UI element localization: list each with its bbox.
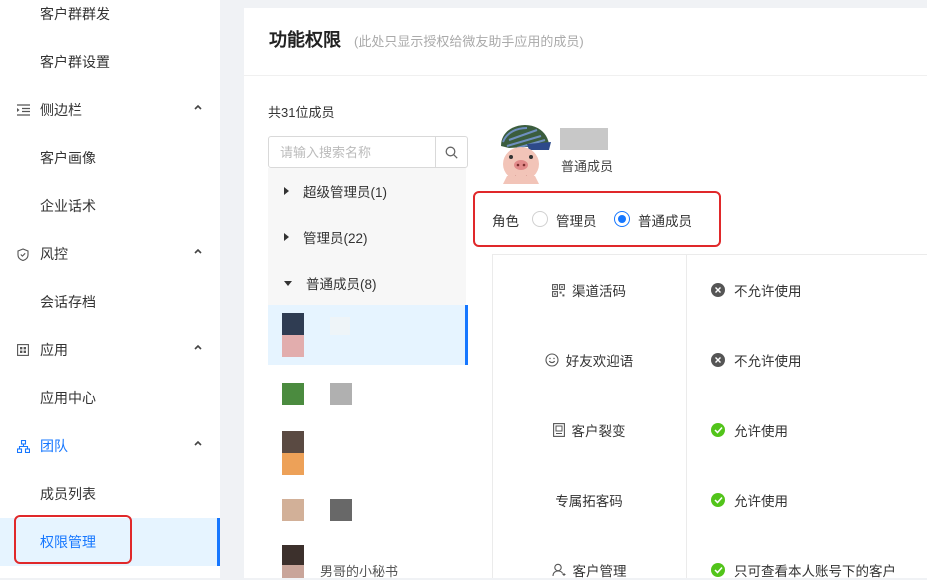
smile-icon xyxy=(545,353,559,367)
avatar xyxy=(282,313,304,335)
permission-feature: 渠道活码 xyxy=(492,280,686,300)
caret-down-icon xyxy=(284,280,292,286)
permission-table xyxy=(492,254,927,578)
page-title-note: (此处只显示授权给微友助手应用的成员) xyxy=(354,34,584,49)
avatar xyxy=(282,431,304,453)
avatar xyxy=(282,499,304,521)
member-role: 普通成员 xyxy=(561,159,614,174)
caret-right-icon xyxy=(284,233,289,241)
highlight-box xyxy=(473,191,721,247)
permission-feature: 客户管理 xyxy=(492,560,686,580)
sidebar-item-label: 应用中心 xyxy=(40,390,96,406)
close-circle-icon xyxy=(711,353,725,367)
tree-node-admin[interactable]: 管理员(22) xyxy=(268,214,466,260)
sidebar-item-customer-profile[interactable]: 客户画像 xyxy=(0,134,220,182)
sidebar-item-group-broadcast[interactable]: 客户群群发 xyxy=(0,0,220,38)
shield-icon xyxy=(16,247,30,261)
member-row[interactable] xyxy=(268,425,468,485)
close-circle-icon xyxy=(711,283,725,297)
sidebar-item-chat-archive[interactable]: 会话存档 xyxy=(0,278,220,326)
sidebar-item-label: 侧边栏 xyxy=(40,102,82,118)
tree-node-label: 管理员(22) xyxy=(303,231,368,246)
sidebar-item-scripts[interactable]: 企业话术 xyxy=(0,182,220,230)
sidebar-item-label: 客户群设置 xyxy=(40,54,110,70)
permission-status: 不允许使用 xyxy=(711,280,802,300)
member-row[interactable] xyxy=(268,365,468,425)
sidebar-item-label: 会话存档 xyxy=(40,294,96,310)
member-search xyxy=(268,136,468,168)
permission-feature: 专属拓客码 xyxy=(555,494,623,509)
user-icon xyxy=(551,563,566,577)
qrcode-icon xyxy=(552,283,565,297)
member-row[interactable] xyxy=(268,305,468,365)
search-icon xyxy=(445,146,458,159)
sidebar-group-risk[interactable]: 风控 xyxy=(0,230,220,278)
check-circle-icon xyxy=(711,563,725,577)
tree-node-label: 普通成员(8) xyxy=(306,277,377,292)
member-name-blurred xyxy=(560,128,608,150)
sidebar-item-label: 团队 xyxy=(40,438,68,454)
page-header: 功能权限 (此处只显示授权给微友助手应用的成员) xyxy=(244,8,927,76)
member-row[interactable]: 男哥的小秘书 xyxy=(268,545,468,579)
caret-right-icon xyxy=(284,187,289,195)
chevron-up-icon xyxy=(194,104,202,110)
org-chart-icon xyxy=(16,439,30,453)
check-circle-icon xyxy=(711,493,725,507)
sidebar-item-group-settings[interactable]: 客户群设置 xyxy=(0,38,220,86)
sidebar: 客户群群发 客户群设置 侧边栏 客户画像 企业话术 风控 会话存档 应用 应用中… xyxy=(0,0,220,578)
highlight-box xyxy=(14,515,132,564)
sidebar-item-app-center[interactable]: 应用中心 xyxy=(0,374,220,422)
avatar xyxy=(497,124,551,184)
app-grid-icon xyxy=(16,343,30,357)
sidebar-item-label: 应用 xyxy=(40,342,68,358)
sidebar-item-label: 企业话术 xyxy=(40,198,96,214)
tree-node-member[interactable]: 普通成员(8) xyxy=(268,260,466,306)
chevron-up-icon xyxy=(194,440,202,446)
sidebar-item-member-list[interactable]: 成员列表 xyxy=(0,470,220,518)
sidebar-group-sidebar[interactable]: 侧边栏 xyxy=(0,86,220,134)
search-input[interactable] xyxy=(269,137,435,167)
tree-node-label: 超级管理员(1) xyxy=(303,185,387,200)
permission-status: 允许使用 xyxy=(711,420,788,440)
chevron-up-icon xyxy=(194,248,202,254)
sidebar-item-label: 客户群群发 xyxy=(40,6,110,22)
permission-status: 允许使用 xyxy=(711,490,788,510)
avatar xyxy=(282,383,304,405)
sidebar-item-label: 成员列表 xyxy=(40,486,96,502)
search-button[interactable] xyxy=(435,137,467,167)
chevron-up-icon xyxy=(194,344,202,350)
permission-feature: 好友欢迎语 xyxy=(492,350,686,370)
member-count: 共31位成员 xyxy=(268,105,335,120)
permission-status: 不允许使用 xyxy=(711,350,802,370)
member-name: 男哥的小秘书 xyxy=(320,564,399,579)
sidebar-group-apps[interactable]: 应用 xyxy=(0,326,220,374)
page-title: 功能权限 xyxy=(269,30,341,50)
sidebar-item-label: 风控 xyxy=(40,246,68,262)
poster-icon xyxy=(552,423,565,437)
member-row[interactable] xyxy=(268,485,468,545)
sidebar-item-label: 客户画像 xyxy=(40,150,96,166)
tree-node-super-admin[interactable]: 超级管理员(1) xyxy=(268,168,466,214)
sidebar-group-team[interactable]: 团队 xyxy=(0,422,220,470)
indent-list-icon xyxy=(16,103,30,117)
avatar xyxy=(282,545,304,565)
permission-feature: 客户裂变 xyxy=(492,420,686,440)
table-divider xyxy=(686,254,687,578)
check-circle-icon xyxy=(711,423,725,437)
permission-status: 只可查看本人账号下的客户 xyxy=(711,560,896,580)
